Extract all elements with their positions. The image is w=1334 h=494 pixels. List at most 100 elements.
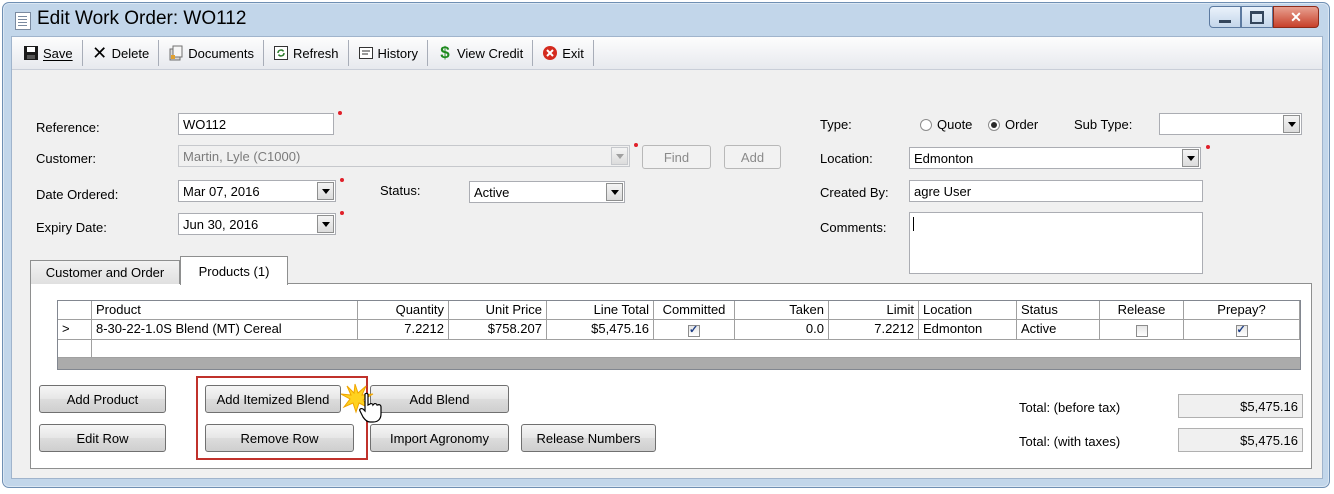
grid-header-quantity[interactable]: Quantity [358, 301, 449, 320]
cell-quantity[interactable]: 7.2212 [358, 320, 449, 340]
status-value: Active [474, 185, 510, 200]
find-button[interactable]: Find [642, 145, 711, 169]
window-content: Save ✕ Delete Documents Refresh History [11, 36, 1323, 479]
toolbar-separator [262, 40, 264, 66]
date-ordered-value: Mar 07, 2016 [183, 184, 260, 199]
expiry-date-value: Jun 30, 2016 [183, 217, 259, 232]
cell-committed[interactable] [654, 320, 735, 340]
location-value: Edmonton [914, 151, 974, 166]
chevron-down-icon [606, 183, 623, 201]
date-ordered-picker[interactable]: Mar 07, 2016 [178, 180, 336, 202]
type-order-radio[interactable]: Order [988, 117, 1038, 132]
grid-header-status[interactable]: Status [1017, 301, 1100, 320]
title-bar[interactable]: Edit Work Order: WO112 ✕ [3, 3, 1329, 37]
comments-label: Comments: [820, 220, 887, 235]
status-label: Status: [380, 183, 421, 198]
cell-line-total[interactable]: $5,475.16 [547, 320, 654, 340]
type-quote-radio[interactable]: Quote [920, 117, 972, 132]
dollar-icon: $ [440, 43, 450, 62]
grid-header-committed[interactable]: Committed [654, 301, 735, 320]
refresh-button[interactable]: Refresh [266, 39, 346, 67]
expiry-date-label: Expiry Date: [36, 220, 107, 235]
date-ordered-label: Date Ordered: [36, 187, 119, 202]
save-button[interactable]: Save [16, 39, 80, 67]
grid-header-location[interactable]: Location [919, 301, 1017, 320]
grid-header-line-total[interactable]: Line Total [547, 301, 654, 320]
cell-status[interactable]: Active [1017, 320, 1100, 340]
release-numbers-button[interactable]: Release Numbers [521, 424, 656, 452]
radio-circle-selected [988, 118, 1000, 131]
add-blend-button[interactable]: Add Blend [370, 385, 509, 413]
chevron-down-icon [1182, 149, 1199, 167]
products-grid[interactable]: Product Quantity Unit Price Line Total C… [57, 300, 1301, 370]
new-row[interactable] [92, 340, 1300, 358]
cell-limit[interactable]: 7.2212 [829, 320, 919, 340]
grid-header-row: Product Quantity Unit Price Line Total C… [58, 301, 1300, 320]
cell-prepay[interactable] [1184, 320, 1300, 340]
cell-release[interactable] [1100, 320, 1184, 340]
total-before-tax-value: $5,475.16 [1178, 394, 1303, 418]
cell-location[interactable]: Edmonton [919, 320, 1017, 340]
grid-header-prepay[interactable]: Prepay? [1184, 301, 1300, 320]
grid-empty-area [58, 340, 1300, 369]
close-button[interactable]: ✕ [1273, 6, 1319, 28]
status-select[interactable]: Active [469, 181, 625, 203]
save-label: Save [43, 45, 73, 61]
chevron-down-icon [317, 215, 334, 233]
delete-x-icon: ✕ [92, 43, 108, 63]
sub-type-select[interactable] [1159, 113, 1302, 135]
documents-button[interactable]: Documents [161, 39, 261, 67]
toolbar-separator [426, 40, 428, 66]
tab-products[interactable]: Products (1) [180, 256, 288, 285]
committed-checkbox[interactable] [688, 323, 700, 337]
required-marker [340, 178, 344, 182]
tab-customer-and-order[interactable]: Customer and Order [30, 260, 180, 284]
type-label: Type: [820, 117, 852, 132]
location-select[interactable]: Edmonton [909, 147, 1201, 169]
grid-header-limit[interactable]: Limit [829, 301, 919, 320]
grid-header-unit-price[interactable]: Unit Price [449, 301, 547, 320]
customer-select[interactable]: Martin, Lyle (C1000) [178, 145, 630, 167]
history-button[interactable]: History [351, 39, 425, 67]
release-checkbox[interactable] [1135, 324, 1148, 337]
history-label: History [377, 45, 418, 61]
edit-row-button[interactable]: Edit Row [39, 424, 166, 452]
document-icon [15, 12, 31, 30]
view-credit-button[interactable]: $ View Credit [430, 39, 530, 67]
add-customer-button[interactable]: Add [724, 145, 781, 169]
delete-button[interactable]: ✕ Delete [85, 39, 157, 67]
created-by-input[interactable]: agre User [909, 180, 1203, 202]
new-row-indicator[interactable] [58, 340, 92, 358]
exit-button[interactable]: Exit [535, 39, 591, 67]
close-icon: ✕ [1290, 8, 1302, 25]
radio-circle [920, 118, 932, 131]
chevron-down-icon [1283, 115, 1300, 133]
expiry-date-picker[interactable]: Jun 30, 2016 [178, 213, 336, 235]
toolbar-separator [158, 40, 160, 66]
cell-product[interactable]: 8-30-22-1.0S Blend (MT) Cereal [92, 320, 358, 340]
cell-taken[interactable]: 0.0 [735, 320, 829, 340]
required-marker [340, 211, 344, 215]
documents-label: Documents [188, 45, 254, 61]
toolbar: Save ✕ Delete Documents Refresh History [12, 37, 1322, 70]
grid-header-product[interactable]: Product [92, 301, 358, 320]
delete-label: Delete [111, 45, 150, 61]
reference-input[interactable]: WO112 [178, 113, 334, 135]
chevron-down-icon [317, 182, 334, 200]
prepay-checkbox[interactable] [1235, 323, 1248, 337]
toolbar-separator [592, 40, 594, 66]
comments-textarea[interactable] [909, 212, 1203, 274]
grid-header-release[interactable]: Release [1100, 301, 1184, 320]
location-label: Location: [820, 151, 873, 166]
maximize-icon [1250, 10, 1264, 24]
window-controls: ✕ [1209, 6, 1319, 28]
customer-label: Customer: [36, 151, 96, 166]
grid-header-taken[interactable]: Taken [735, 301, 829, 320]
table-row[interactable]: > 8-30-22-1.0S Blend (MT) Cereal 7.2212 … [58, 320, 1300, 340]
floppy-disk-icon [24, 46, 38, 60]
minimize-button[interactable] [1209, 6, 1241, 28]
add-product-button[interactable]: Add Product [39, 385, 166, 413]
import-agronomy-button[interactable]: Import Agronomy [370, 424, 509, 452]
cell-unit-price[interactable]: $758.207 [449, 320, 547, 340]
maximize-button[interactable] [1241, 6, 1273, 28]
